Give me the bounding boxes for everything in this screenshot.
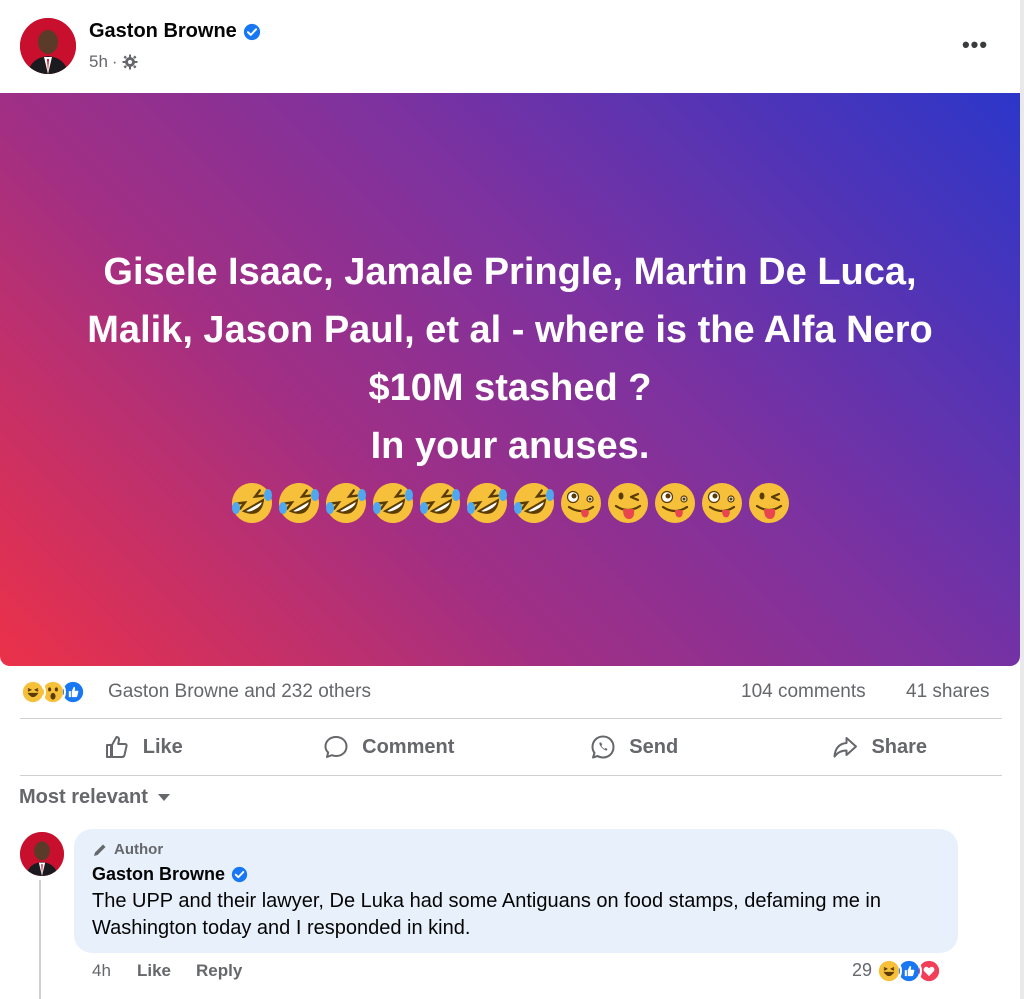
- commenter-name-text[interactable]: Gaston Browne: [92, 864, 225, 885]
- like-label: Like: [142, 735, 183, 758]
- banner-line-3: $10M stashed ?: [368, 367, 652, 409]
- caret-down-icon: [157, 793, 170, 801]
- post-card: Gaston Browne 5h · ••• Gisele Isaac, Jam…: [0, 0, 1020, 999]
- page-edge: [1020, 0, 1024, 999]
- share-arrow-icon: [833, 737, 858, 758]
- zany-face-emoji-icon: [560, 483, 601, 523]
- send-button[interactable]: Send: [511, 720, 757, 774]
- stats-divider: [20, 718, 1002, 719]
- thumbs-up-icon: [105, 736, 128, 758]
- verified-badge-icon: [231, 866, 248, 883]
- zany-face-emoji-icon: [654, 483, 695, 523]
- reaction-stats: Gaston Browne and 232 others 104 comment…: [0, 672, 1020, 712]
- author-badge-label: Author: [114, 841, 164, 858]
- comment-text: The UPP and their lawyer, De Luka had so…: [92, 890, 881, 939]
- commenter-avatar[interactable]: [20, 832, 64, 876]
- comment-bubble-icon: [324, 736, 348, 758]
- comment-reaction-count[interactable]: 29: [852, 960, 872, 981]
- comment-button[interactable]: Comment: [266, 720, 512, 774]
- reactors-summary[interactable]: Gaston Browne and 232 others: [108, 681, 371, 703]
- gear-icon: [122, 54, 138, 70]
- more-options-icon: •••: [961, 32, 989, 57]
- comments-count-link[interactable]: 104 comments: [741, 681, 866, 703]
- send-label: Send: [629, 735, 679, 758]
- post-header: Gaston Browne 5h · •••: [0, 0, 1020, 92]
- comment-like-button[interactable]: Like: [137, 961, 171, 981]
- comment-reply-button[interactable]: Reply: [196, 961, 242, 981]
- more-options-button[interactable]: •••: [950, 30, 1000, 60]
- banner-emoji-row: [0, 481, 1020, 525]
- commenter-name[interactable]: Gaston Browne: [92, 864, 248, 885]
- comment-thread-line: [39, 880, 41, 999]
- author-name-text[interactable]: Gaston Browne: [89, 20, 237, 43]
- author-name[interactable]: Gaston Browne: [89, 20, 261, 43]
- haha-reaction-icon: [876, 958, 902, 984]
- zany-face-emoji-icon: [701, 483, 742, 523]
- comment-time[interactable]: 4h: [92, 961, 111, 981]
- rolling-on-floor-laughing-emoji-icon: [231, 483, 272, 523]
- rolling-on-floor-laughing-emoji-icon: [325, 483, 366, 523]
- banner-line-2: Malik, Jason Paul, et al - where is the …: [87, 309, 933, 351]
- comment-bubble: Author Gaston Browne The UPP and their l…: [74, 829, 958, 953]
- post-meta: 5h ·: [89, 52, 138, 72]
- shares-count-link[interactable]: 41 shares: [906, 681, 989, 703]
- post-action-bar: Like Comment Send Share: [20, 720, 1002, 774]
- like-button[interactable]: Like: [20, 720, 266, 774]
- share-button[interactable]: Share: [757, 720, 1003, 774]
- author-avatar[interactable]: [20, 18, 76, 74]
- comment-reaction-icons[interactable]: [876, 958, 956, 984]
- reaction-icons[interactable]: [20, 679, 102, 705]
- winking-tongue-face-emoji-icon: [607, 483, 648, 523]
- comment-sort-dropdown[interactable]: Most relevant: [19, 786, 170, 809]
- rolling-on-floor-laughing-emoji-icon: [278, 483, 319, 523]
- verified-badge-icon: [243, 23, 260, 40]
- share-label: Share: [871, 735, 928, 758]
- winking-tongue-face-emoji-icon: [748, 483, 789, 523]
- pen-icon: [94, 844, 106, 856]
- actions-divider: [20, 775, 1002, 776]
- sort-label: Most relevant: [19, 786, 148, 808]
- post-time[interactable]: 5h: [89, 52, 108, 72]
- banner-text: Gisele Isaac, Jamale Pringle, Martin De …: [20, 243, 1000, 475]
- rolling-on-floor-laughing-emoji-icon: [513, 483, 554, 523]
- banner-line-4: In your anuses.: [370, 425, 650, 467]
- author-badge: Author: [92, 841, 163, 858]
- comment-label: Comment: [362, 735, 455, 758]
- whatsapp-icon: [591, 735, 615, 759]
- post-background-banner: Gisele Isaac, Jamale Pringle, Martin De …: [0, 93, 1020, 666]
- banner-line-1: Gisele Isaac, Jamale Pringle, Martin De …: [103, 251, 917, 293]
- haha-reaction-icon: [20, 679, 46, 705]
- meta-separator: ·: [111, 52, 118, 71]
- rolling-on-floor-laughing-emoji-icon: [466, 483, 507, 523]
- rolling-on-floor-laughing-emoji-icon: [372, 483, 413, 523]
- rolling-on-floor-laughing-emoji-icon: [419, 483, 460, 523]
